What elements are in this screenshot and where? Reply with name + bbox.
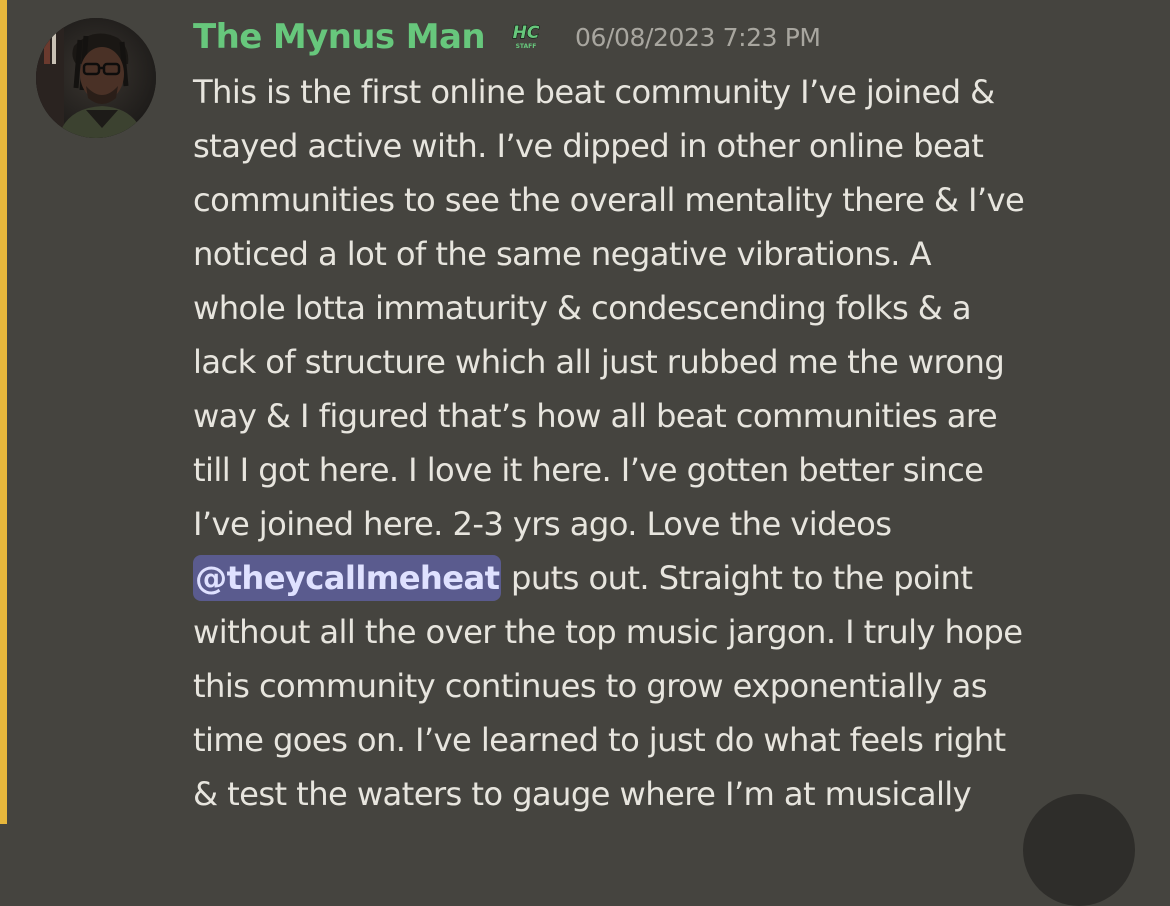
message-timestamp: 06/08/2023 7:23 PM	[574, 22, 821, 52]
username[interactable]: The Mynus Man	[193, 17, 486, 57]
message-line: way & I figured that’s how all beat comm…	[193, 397, 998, 435]
badge-text-bottom: STAFF	[516, 43, 537, 50]
message-content: This is the first online beat community …	[193, 65, 1158, 821]
message-header: The Mynus Man HC STAFF 06/08/2023 7:23 P…	[193, 14, 821, 60]
message-line: lack of structure which all just rubbed …	[193, 343, 1005, 381]
message-line: stayed active with. I’ve dipped in other…	[193, 127, 984, 165]
message-line: without all the over the top music jargo…	[193, 613, 1023, 651]
message-line: time goes on. I’ve learned to just do wh…	[193, 721, 1006, 759]
message-line: communities to see the overall mentality…	[193, 181, 1025, 219]
message-line-with-mention: @theycallmeheat puts out. Straight to th…	[193, 551, 1158, 605]
chat-message: The Mynus Man HC STAFF 06/08/2023 7:23 P…	[0, 0, 1170, 906]
message-line: noticed a lot of the same negative vibra…	[193, 235, 932, 273]
user-mention[interactable]: @theycallmeheat	[193, 555, 502, 601]
hc-staff-badge-icon[interactable]: HC STAFF	[509, 22, 543, 52]
avatar[interactable]	[36, 18, 156, 138]
floating-action-button[interactable]	[1023, 794, 1135, 906]
message-line: I’ve joined here. 2-3 yrs ago. Love the …	[193, 505, 892, 543]
message-line: & test the waters to gauge where I’m at …	[193, 775, 972, 813]
badge-text-top: HC	[513, 23, 540, 43]
message-line: till I got here. I love it here. I’ve go…	[193, 451, 984, 489]
message-line: This is the first online beat community …	[193, 73, 995, 111]
message-line-rest: puts out. Straight to the point	[501, 559, 973, 597]
message-line: this community continues to grow exponen…	[193, 667, 988, 705]
message-line: whole lotta immaturity & condescending f…	[193, 289, 972, 327]
avatar-photo-icon	[36, 18, 156, 138]
